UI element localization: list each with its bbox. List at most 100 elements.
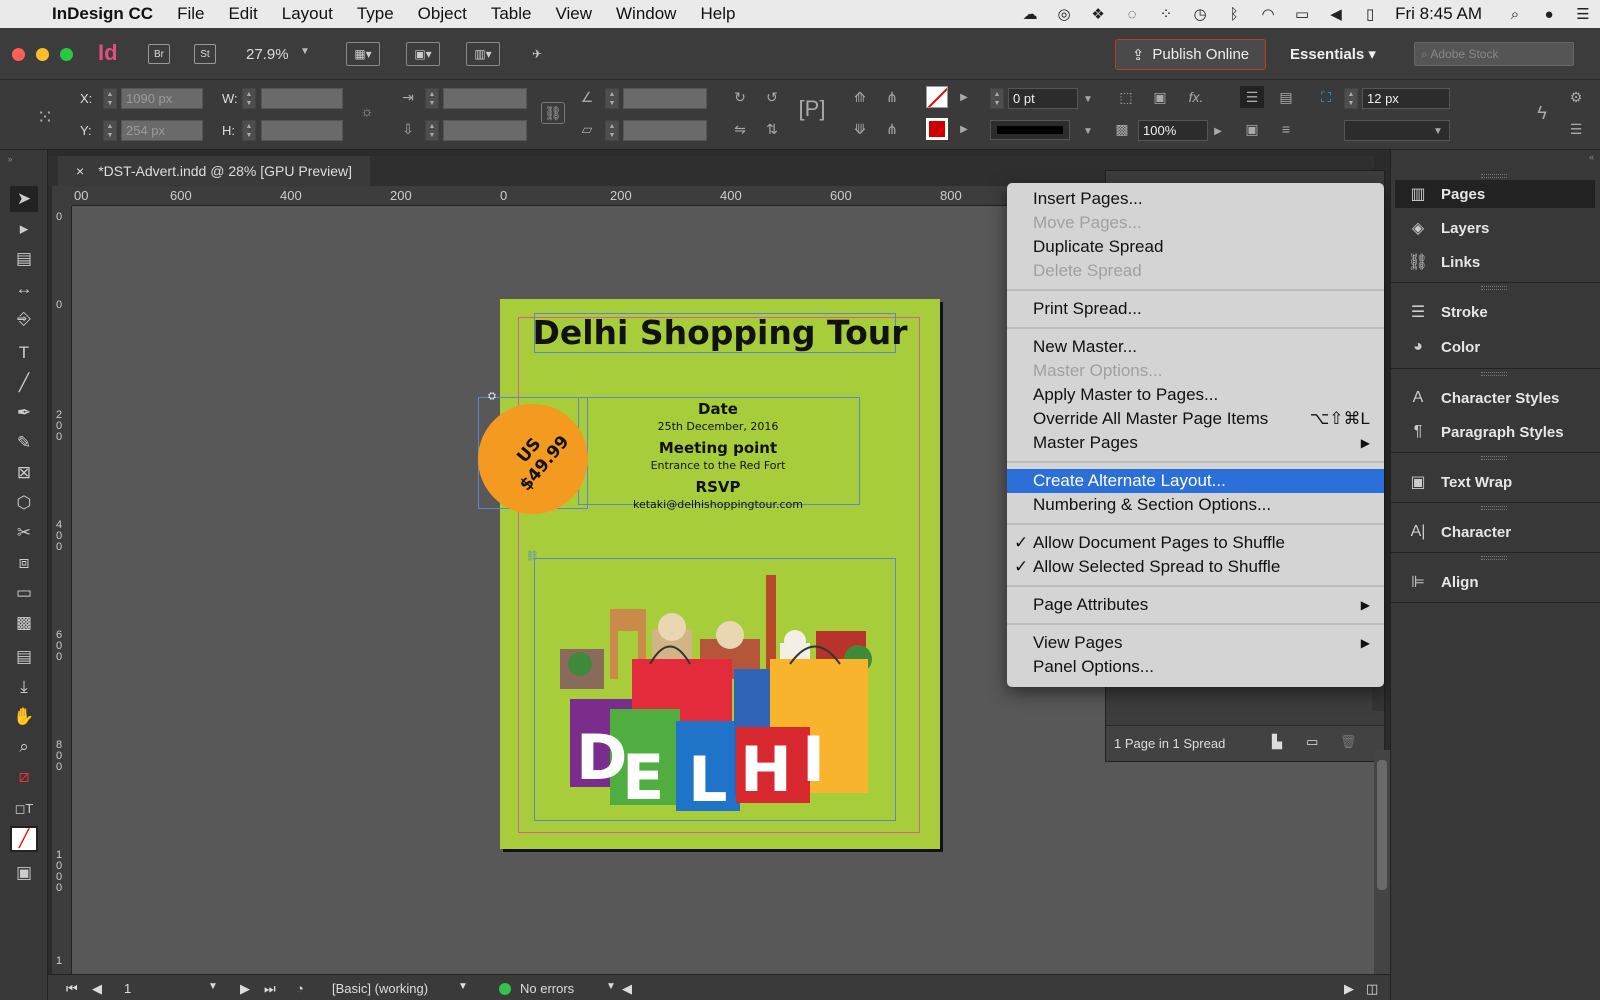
dock-grip[interactable] <box>1481 506 1507 510</box>
line-tool-icon[interactable]: ╱ <box>10 370 38 396</box>
gradient-swatch-tool-icon[interactable]: ▭ <box>10 580 38 606</box>
formatting-container-icon[interactable]: ◻T <box>10 796 38 822</box>
scissors-tool-icon[interactable]: ✂ <box>10 520 38 546</box>
dock-text-wrap[interactable]: ▣ Text Wrap <box>1395 468 1595 496</box>
rectangle-frame-tool-icon[interactable]: ⊠ <box>10 460 38 486</box>
preflight-profile[interactable]: [Basic] (working) <box>332 981 428 996</box>
dock-layers[interactable]: ◈ Layers <box>1395 214 1595 242</box>
adobe-stock-search[interactable]: ⌕ Adobe Stock <box>1414 42 1574 66</box>
select-content-icon[interactable]: ⟱ <box>848 118 872 140</box>
dock-stroke[interactable]: ☰ Stroke <box>1395 298 1595 326</box>
page-number-dropdown-icon[interactable]: ▼ <box>208 981 218 992</box>
dock-paragraph-styles[interactable]: ¶ Paragraph Styles <box>1395 418 1595 446</box>
dock-character-styles[interactable]: A Character Styles <box>1395 384 1595 412</box>
scrollbar-thumb[interactable] <box>1377 760 1387 890</box>
notification-center-icon[interactable]: ☰ <box>1566 0 1600 28</box>
menu-allow-document-shuffle[interactable]: ✓ Allow Document Pages to Shuffle <box>1007 531 1384 555</box>
frame-corner-icon[interactable]: ⬚ <box>1114 86 1138 108</box>
constrain-proportions-icon[interactable]: ☼ <box>355 100 379 122</box>
open-document-icon[interactable]: ◔ <box>296 981 304 996</box>
advert-title[interactable]: Delhi Shopping Tour <box>500 313 940 352</box>
scale-x-field[interactable] <box>443 88 527 109</box>
gpu-performance-icon[interactable]: ✈ <box>520 42 554 66</box>
arrange-documents-icon[interactable]: ▥▾ <box>466 42 500 66</box>
rotate-ccw-icon[interactable]: ↺ <box>760 86 784 108</box>
zoom-tool-icon[interactable]: ⌕ <box>10 734 38 760</box>
dock-color[interactable]: ◕ Color <box>1395 333 1595 361</box>
scroll-left-icon[interactable]: ◀ <box>622 981 632 997</box>
link-scale-icon[interactable]: ⛓ <box>541 102 565 124</box>
free-transform-tool-icon[interactable]: ⧈ <box>10 550 38 576</box>
split-window-icon[interactable]: ◫ <box>1366 981 1378 997</box>
siri-icon[interactable]: ● <box>1532 0 1566 28</box>
flip-horizontal-icon[interactable]: ⇋ <box>728 118 752 140</box>
stroke-weight-dropdown-icon[interactable]: ▼ <box>1076 88 1100 110</box>
grid-dots-icon[interactable]: ⁘ <box>1149 0 1183 28</box>
collapse-dock-icon[interactable]: « <box>1589 152 1594 162</box>
new-page-icon[interactable]: ▭ <box>1306 734 1318 750</box>
page-number-field[interactable]: 1 <box>124 981 131 996</box>
zoom-window-button[interactable] <box>60 48 73 61</box>
spotlight-search-icon[interactable]: ⌕ <box>1498 0 1532 28</box>
x-stepper[interactable]: ▲ ▼ <box>103 88 117 109</box>
dock-grip[interactable] <box>1481 174 1507 178</box>
gap-tool-icon[interactable]: ↔ <box>10 276 38 302</box>
menu-apply-master[interactable]: Apply Master to Pages... <box>1007 383 1384 407</box>
dock-grip[interactable] <box>1481 556 1507 560</box>
apply-none-icon[interactable]: ╱ <box>10 826 38 852</box>
text-wrap-bounding-icon[interactable]: ▤ <box>1274 86 1298 108</box>
h-field[interactable] <box>261 120 343 141</box>
screen-mode-tool-icon[interactable]: ▣ <box>10 860 38 886</box>
gradient-feather-tool-icon[interactable]: ▩ <box>10 610 38 636</box>
app-menu[interactable]: InDesign CC <box>46 4 165 24</box>
vertical-scrollbar[interactable] <box>1374 750 1390 974</box>
select-previous-icon[interactable]: ⋔ <box>880 118 904 140</box>
bluetooth-icon[interactable]: ᛒ <box>1217 0 1251 28</box>
fill-swatch-arrow-icon[interactable]: ▶ <box>952 86 976 108</box>
pencil-tool-icon[interactable]: ✎ <box>10 430 38 456</box>
text-wrap-none-icon[interactable]: ☰ <box>1240 86 1264 108</box>
note-tool-icon[interactable]: ▤ <box>10 644 38 670</box>
edit-page-size-icon[interactable]: ▙ <box>1272 734 1282 750</box>
delhi-illustration[interactable]: D E L H I <box>540 569 890 819</box>
zoom-level[interactable]: 27.9% <box>246 46 289 63</box>
menu-type[interactable]: Type <box>345 4 406 24</box>
menu-new-master[interactable]: New Master... <box>1007 335 1384 359</box>
type-tool-icon[interactable]: T <box>10 340 38 366</box>
anchor-point-icon[interactable]: ⛭ <box>488 391 504 402</box>
time-machine-icon[interactable]: ◷ <box>1183 0 1217 28</box>
control-menu-icon[interactable]: ☰ <box>1564 118 1588 140</box>
rotate-cw-icon[interactable]: ↻ <box>728 86 752 108</box>
last-page-icon[interactable]: ⏭ <box>264 981 276 997</box>
menu-panel-options[interactable]: Panel Options... <box>1007 655 1384 679</box>
menu-view-pages[interactable]: View Pages ▶ <box>1007 631 1384 655</box>
screen-mode-icon[interactable]: ▣▾ <box>406 42 440 66</box>
rotation-stepper[interactable]: ▲ ▼ <box>605 88 619 109</box>
dock-character[interactable]: A| Character <box>1395 518 1595 546</box>
menu-clock[interactable]: Fri 8:45 AM <box>1387 4 1498 24</box>
delete-page-icon[interactable]: 🗑 <box>1340 734 1357 750</box>
pen-tool-icon[interactable]: ✒ <box>10 400 38 426</box>
scale-y-field[interactable] <box>443 120 527 141</box>
close-window-button[interactable] <box>12 48 25 61</box>
previous-page-icon[interactable]: ◀ <box>92 981 102 997</box>
advert-page[interactable]: Delhi Shopping Tour Date 25th December, … <box>478 299 940 849</box>
stroke-type-selector[interactable] <box>990 120 1070 140</box>
event-details[interactable]: Date 25th December, 2016 Meeting point E… <box>578 399 858 516</box>
zoom-dropdown-icon[interactable]: ▼ <box>300 46 310 57</box>
preflight-profile-dropdown-icon[interactable]: ▼ <box>458 981 468 992</box>
hand-tool-icon[interactable]: ✋ <box>10 704 38 730</box>
y-field[interactable]: 254 px <box>121 120 203 141</box>
menu-create-alternate-layout[interactable]: Create Alternate Layout... <box>1007 469 1384 493</box>
stroke-swatch[interactable] <box>926 118 948 140</box>
bridge-button[interactable]: Br <box>148 44 170 64</box>
menu-table[interactable]: Table <box>479 4 544 24</box>
preflight-errors[interactable]: No errors <box>520 981 574 996</box>
direct-selection-tool-icon[interactable]: ▸ <box>10 216 38 242</box>
menu-edit[interactable]: Edit <box>216 4 269 24</box>
scale-x-stepper[interactable]: ▲ ▼ <box>425 88 439 109</box>
dropbox-icon[interactable]: ❖ <box>1081 0 1115 28</box>
shear-stepper[interactable]: ▲ ▼ <box>605 120 619 141</box>
menu-numbering-section-options[interactable]: Numbering & Section Options... <box>1007 493 1384 517</box>
battery-icon[interactable]: ▯ <box>1353 0 1387 28</box>
